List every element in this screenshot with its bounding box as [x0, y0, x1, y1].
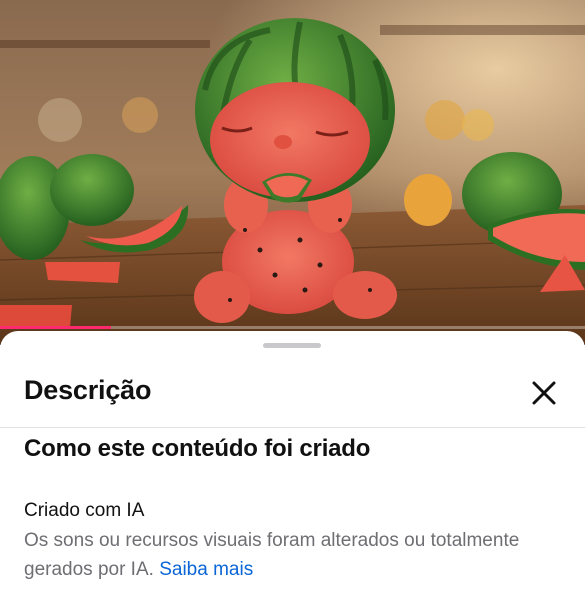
- close-button[interactable]: [528, 377, 560, 409]
- sheet-divider: [0, 427, 585, 428]
- video-progress-fill: [0, 326, 112, 329]
- ai-created-description: Os sons ou recursos visuais foram altera…: [24, 526, 544, 584]
- ai-description-text: Os sons ou recursos visuais foram altera…: [24, 530, 520, 580]
- section-heading: Como este conteúdo foi criado: [24, 435, 371, 462]
- description-sheet: Descrição Como este conteúdo foi criado …: [0, 331, 585, 609]
- watermelon-scene-image: [0, 0, 585, 345]
- learn-more-link[interactable]: Saiba mais: [159, 559, 253, 580]
- video-progress-bar[interactable]: [0, 326, 585, 329]
- ai-created-title: Criado com IA: [24, 500, 145, 521]
- sheet-drag-handle[interactable]: [263, 343, 321, 348]
- close-icon: [532, 381, 556, 405]
- sheet-title: Descrição: [24, 375, 152, 405]
- video-preview[interactable]: [0, 0, 585, 345]
